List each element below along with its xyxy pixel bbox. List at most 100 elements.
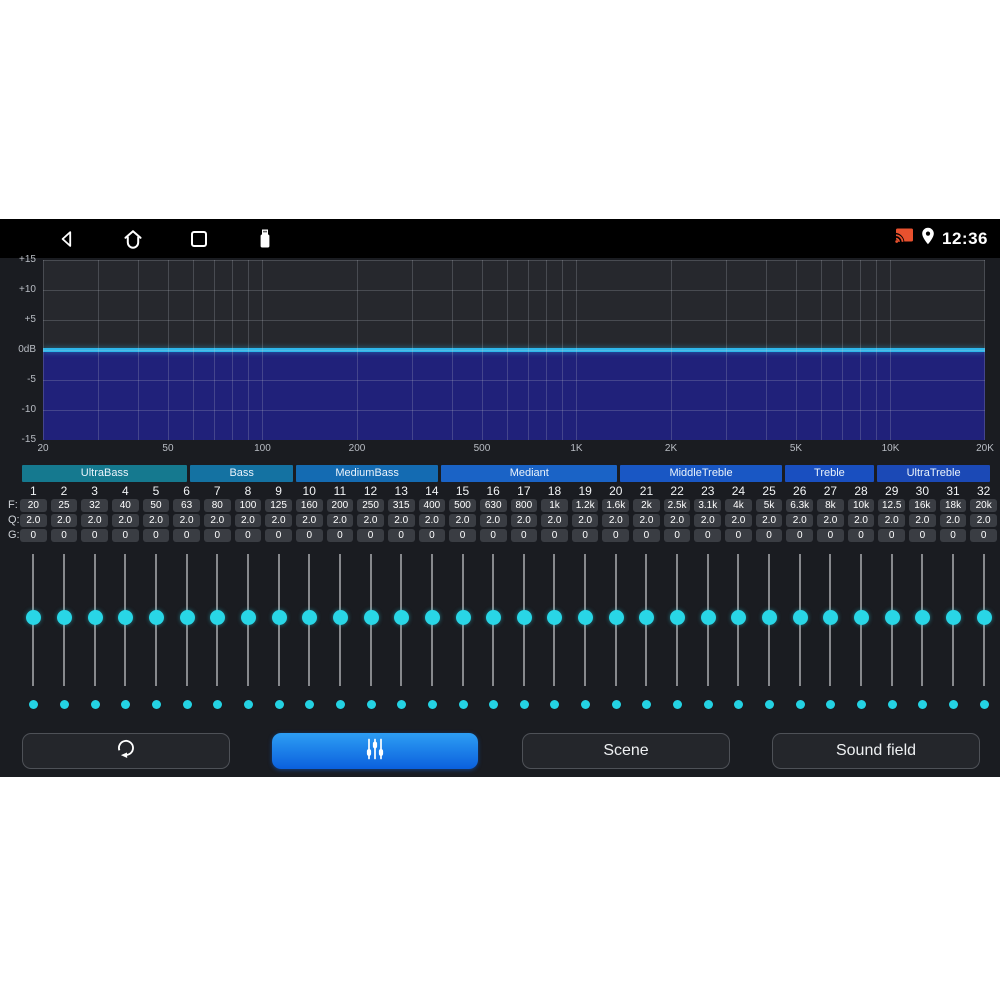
slider-knob[interactable] bbox=[302, 610, 318, 625]
slider-knob[interactable] bbox=[792, 610, 808, 625]
gridline-vertical bbox=[98, 260, 100, 440]
gridline-horizontal bbox=[43, 350, 985, 351]
q-value-cell: 2.0 bbox=[234, 514, 262, 527]
eq-slider[interactable] bbox=[662, 546, 693, 716]
slider-knob[interactable] bbox=[854, 610, 870, 625]
eq-slider[interactable] bbox=[692, 546, 723, 716]
slider-knob[interactable] bbox=[578, 610, 594, 625]
scene-button[interactable]: Scene bbox=[522, 733, 730, 769]
eq-slider[interactable] bbox=[202, 546, 233, 716]
eq-slider[interactable] bbox=[907, 546, 938, 716]
eq-slider[interactable] bbox=[417, 546, 448, 716]
home-button[interactable] bbox=[120, 219, 146, 258]
eq-slider[interactable] bbox=[79, 546, 110, 716]
slider-knob[interactable] bbox=[394, 610, 410, 625]
slider-knob[interactable] bbox=[240, 610, 256, 625]
channel-number: 6 bbox=[183, 484, 190, 498]
q-value-cell: 2.0 bbox=[326, 514, 354, 527]
slider-knob[interactable] bbox=[884, 610, 900, 625]
eq-slider[interactable] bbox=[509, 546, 540, 716]
q-value-cell: 2.0 bbox=[265, 514, 292, 527]
eq-slider[interactable] bbox=[110, 546, 141, 716]
slider-indicator-dot bbox=[979, 700, 989, 709]
gridline-horizontal bbox=[43, 290, 985, 291]
eq-slider[interactable] bbox=[294, 546, 325, 716]
slider-knob[interactable] bbox=[823, 610, 839, 625]
slider-knob[interactable] bbox=[608, 610, 624, 625]
eq-slider[interactable] bbox=[49, 546, 80, 716]
channel-number: 26 bbox=[793, 484, 807, 498]
eq-slider[interactable] bbox=[938, 546, 969, 716]
slider-knob[interactable] bbox=[26, 610, 42, 625]
eq-slider[interactable] bbox=[233, 546, 264, 716]
eq-slider[interactable] bbox=[263, 546, 294, 716]
slider-knob[interactable] bbox=[332, 610, 348, 625]
freq-value-cell: 315 bbox=[387, 499, 415, 512]
slider-knob[interactable] bbox=[486, 610, 502, 625]
slider-knob[interactable] bbox=[915, 610, 931, 625]
eq-slider[interactable] bbox=[784, 546, 815, 716]
eq-slider[interactable] bbox=[876, 546, 907, 716]
gridline-vertical bbox=[506, 260, 508, 440]
slider-knob[interactable] bbox=[547, 610, 563, 625]
eq-slider[interactable] bbox=[141, 546, 172, 716]
slider-knob[interactable] bbox=[516, 610, 532, 625]
eq-slider[interactable] bbox=[355, 546, 386, 716]
q-value-cell: 2.0 bbox=[357, 514, 384, 527]
channel-number: 30 bbox=[915, 484, 930, 498]
recents-button[interactable] bbox=[186, 219, 212, 258]
channel-number: 12 bbox=[363, 484, 378, 498]
eq-slider[interactable] bbox=[723, 546, 754, 716]
eq-slider[interactable] bbox=[815, 546, 846, 716]
q-value-cell: 2.0 bbox=[878, 514, 906, 527]
reset-button[interactable] bbox=[22, 733, 230, 769]
channel-number: 25 bbox=[762, 484, 776, 498]
slider-knob[interactable] bbox=[363, 610, 379, 625]
slider-knob[interactable] bbox=[639, 610, 655, 625]
freq-value-cell: 2k bbox=[633, 499, 660, 512]
eq-slider[interactable] bbox=[754, 546, 785, 716]
eq-slider[interactable] bbox=[386, 546, 417, 716]
gridline-vertical bbox=[576, 260, 578, 440]
eq-slider[interactable] bbox=[570, 546, 601, 716]
channel-number: 3 bbox=[91, 484, 98, 498]
equalizer-tab-button[interactable] bbox=[272, 733, 478, 769]
eq-slider[interactable] bbox=[968, 546, 999, 716]
slider-knob[interactable] bbox=[148, 610, 164, 625]
slider-knob[interactable] bbox=[455, 610, 471, 625]
slider-indicator-dot bbox=[826, 700, 836, 709]
slider-knob[interactable] bbox=[271, 610, 287, 625]
slider-knob[interactable] bbox=[118, 610, 134, 625]
slider-knob[interactable] bbox=[976, 610, 992, 625]
usb-device-button[interactable] bbox=[252, 219, 278, 258]
slider-knob[interactable] bbox=[762, 610, 778, 625]
slider-knob[interactable] bbox=[424, 610, 440, 625]
slider-knob[interactable] bbox=[670, 610, 686, 625]
slider-indicator-dot bbox=[335, 700, 345, 709]
eq-slider[interactable] bbox=[171, 546, 202, 716]
eq-slider[interactable] bbox=[325, 546, 356, 716]
eq-slider[interactable] bbox=[631, 546, 662, 716]
slider-knob[interactable] bbox=[56, 610, 72, 625]
location-icon bbox=[921, 227, 935, 250]
gain-value-cell: 0 bbox=[326, 529, 354, 542]
q-value-cell: 2.0 bbox=[786, 514, 814, 527]
slider-knob[interactable] bbox=[946, 610, 962, 625]
slider-knob[interactable] bbox=[731, 610, 747, 625]
freq-value-cell: 20 bbox=[20, 499, 47, 512]
gridline-vertical bbox=[820, 260, 822, 440]
gridline-horizontal bbox=[43, 380, 985, 381]
eq-slider[interactable] bbox=[18, 546, 49, 716]
eq-slider[interactable] bbox=[478, 546, 509, 716]
eq-slider[interactable] bbox=[600, 546, 631, 716]
slider-knob[interactable] bbox=[179, 610, 195, 625]
slider-knob[interactable] bbox=[210, 610, 226, 625]
slider-knob[interactable] bbox=[87, 610, 103, 625]
back-button[interactable] bbox=[54, 219, 80, 258]
eq-slider[interactable] bbox=[539, 546, 570, 716]
eq-slider[interactable] bbox=[447, 546, 478, 716]
slider-knob[interactable] bbox=[700, 610, 716, 625]
eq-slider[interactable] bbox=[846, 546, 877, 716]
q-value-cell: 2.0 bbox=[755, 514, 783, 527]
sound-field-button[interactable]: Sound field bbox=[772, 733, 980, 769]
